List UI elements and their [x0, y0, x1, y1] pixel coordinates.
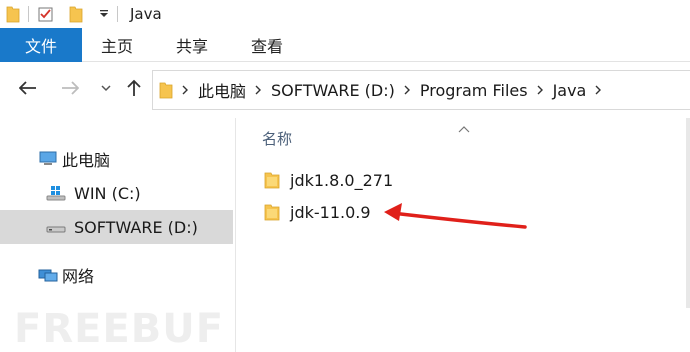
sidebar-item-win-c[interactable]: WIN (C:)	[0, 176, 233, 210]
customize-toolbar-icon[interactable]	[99, 9, 109, 19]
back-button[interactable]	[16, 76, 40, 100]
chevron-right-icon[interactable]	[255, 85, 262, 95]
breadcrumb-program-files[interactable]: Program Files	[420, 81, 528, 100]
navigation-bar: 此电脑 SOFTWARE (D:) Program Files Java	[0, 62, 690, 118]
drive-icon	[46, 219, 66, 235]
folder-icon	[6, 5, 20, 23]
chevron-right-icon[interactable]	[595, 85, 602, 95]
watermark: FREEBUF	[14, 306, 225, 352]
folder-icon	[264, 203, 280, 221]
scrollbar[interactable]	[686, 118, 690, 308]
chevron-right-icon[interactable]	[537, 85, 544, 95]
chevron-right-icon[interactable]	[182, 85, 189, 95]
windows-drive-icon	[46, 185, 66, 201]
forward-button[interactable]	[58, 76, 82, 100]
list-item[interactable]: jdk1.8.0_271	[264, 166, 393, 194]
folder-icon	[159, 81, 173, 99]
breadcrumb-this-pc[interactable]: 此电脑	[198, 78, 246, 102]
sidebar-item-network[interactable]: 网络	[0, 258, 233, 292]
network-icon	[38, 266, 58, 284]
computer-icon	[38, 151, 58, 167]
window-title: Java	[130, 5, 162, 23]
tab-view[interactable]: 查看	[251, 28, 283, 62]
breadcrumb-java[interactable]: Java	[553, 81, 587, 100]
address-bar[interactable]: 此电脑 SOFTWARE (D:) Program Files Java	[152, 70, 690, 110]
sidebar-item-this-pc[interactable]: 此电脑	[0, 142, 233, 176]
file-name: jdk1.8.0_271	[290, 170, 394, 190]
file-list: 名称 jdk1.8.0_271 jdk-11.0.9	[236, 118, 690, 352]
sidebar-item-label: 此电脑	[62, 151, 111, 170]
toolbar-divider	[28, 6, 29, 22]
sidebar-item-software-d[interactable]: SOFTWARE (D:)	[0, 210, 233, 244]
folder-icon	[264, 171, 280, 189]
sort-ascending-icon	[458, 118, 470, 137]
chevron-right-icon[interactable]	[404, 85, 411, 95]
breadcrumb-software-drive[interactable]: SOFTWARE (D:)	[271, 81, 395, 100]
recent-locations-button[interactable]	[94, 76, 118, 100]
tab-file[interactable]: 文件	[0, 28, 82, 62]
column-header-name[interactable]: 名称	[262, 128, 292, 149]
ribbon: 文件 主页 共享 查看	[0, 28, 690, 62]
sidebar-item-label: 网络	[62, 267, 95, 286]
up-button[interactable]	[122, 76, 146, 100]
new-folder-icon[interactable]	[69, 5, 83, 23]
file-name: jdk-11.0.9	[290, 202, 371, 222]
title-divider	[117, 6, 118, 22]
sidebar-item-label: WIN (C:)	[74, 183, 141, 203]
tab-share[interactable]: 共享	[176, 28, 208, 62]
title-bar: Java	[0, 0, 690, 28]
list-item[interactable]: jdk-11.0.9	[264, 198, 371, 226]
sidebar-item-label: SOFTWARE (D:)	[74, 217, 198, 237]
tab-home[interactable]: 主页	[101, 28, 133, 62]
properties-icon[interactable]	[37, 5, 55, 23]
